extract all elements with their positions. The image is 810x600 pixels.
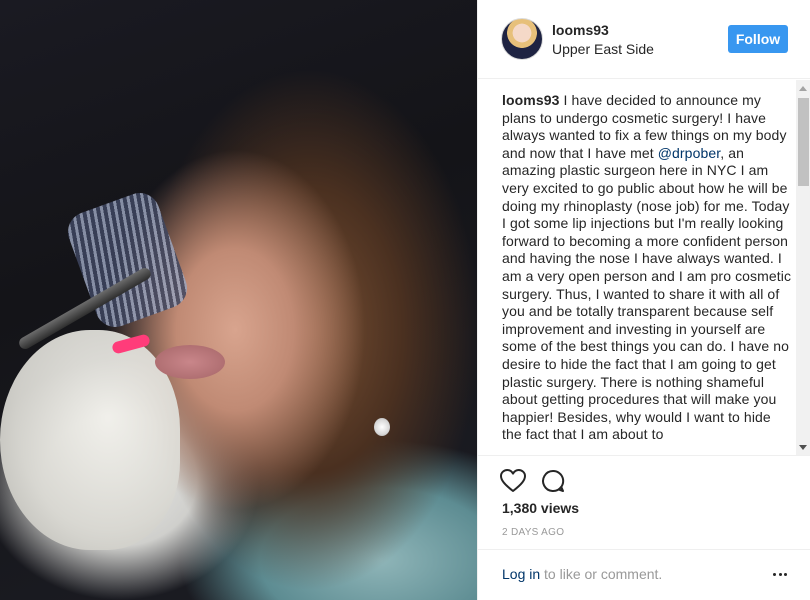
view-count[interactable]: 1,380 views — [502, 500, 579, 516]
caption-scrollbar[interactable] — [796, 80, 810, 455]
caption-body-end: , an amazing plastic surgeon here in NYC… — [502, 144, 792, 443]
scroll-up-arrow-icon[interactable] — [799, 86, 807, 91]
caption-text: looms93 I have decided to announce my pl… — [502, 92, 794, 444]
post-video[interactable] — [0, 0, 477, 600]
post-side-panel: looms93 Upper East Side Follow looms93 I… — [477, 0, 810, 600]
login-prompt: Log in to like or comment. — [502, 566, 662, 582]
login-link[interactable]: Log in — [502, 566, 540, 582]
caption-username[interactable]: looms93 — [502, 92, 560, 108]
caption-scroll-area[interactable]: looms93 I have decided to announce my pl… — [478, 80, 810, 456]
login-bar: Log in to like or comment. — [478, 549, 810, 600]
login-prompt-text: to like or comment. — [540, 566, 663, 582]
lips — [155, 345, 225, 379]
like-button[interactable] — [498, 466, 528, 496]
scroll-down-arrow-icon[interactable] — [799, 445, 807, 450]
header-location[interactable]: Upper East Side — [552, 41, 654, 57]
more-options-icon[interactable] — [773, 571, 787, 577]
post-actions — [478, 458, 810, 502]
post-timestamp[interactable]: 2 DAYS AGO — [502, 527, 564, 538]
heart-icon — [500, 469, 526, 492]
caption-mention-link[interactable]: @drpober — [658, 145, 721, 161]
comment-button[interactable] — [538, 466, 568, 496]
gloved-hand — [0, 330, 180, 550]
post-header: looms93 Upper East Side Follow — [478, 0, 810, 79]
header-username[interactable]: looms93 — [552, 22, 609, 38]
scrollbar-thumb[interactable] — [798, 98, 809, 186]
speech-bubble-icon — [542, 469, 565, 492]
earring — [374, 418, 390, 436]
avatar[interactable] — [501, 18, 543, 60]
follow-button[interactable]: Follow — [728, 25, 788, 53]
